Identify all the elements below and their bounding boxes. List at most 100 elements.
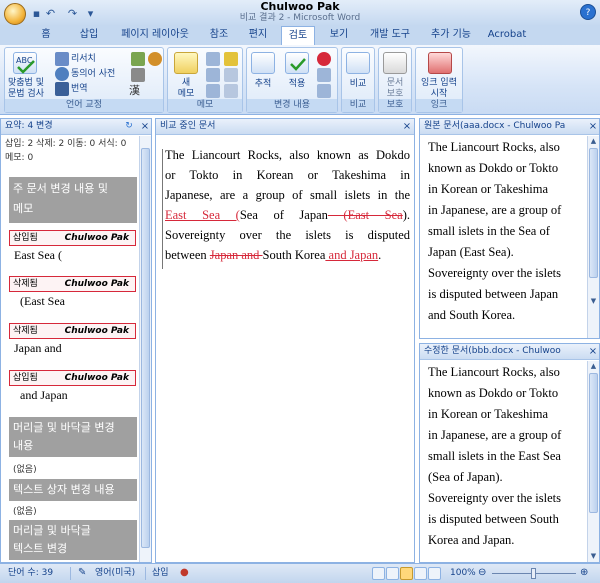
revised-scroll-thumb[interactable] [589, 373, 598, 513]
hf-textbox-line1: 머리글 및 바닥글 [13, 524, 91, 537]
document-line: or Tokto in Korean or Takeshima in [165, 165, 410, 185]
compare-button[interactable]: 비교 [342, 79, 374, 89]
document-text: Sovereignty over the islets is disputed [165, 228, 410, 242]
tab-developer[interactable]: 개발 도구 [366, 26, 414, 45]
zoom-slider-thumb[interactable] [531, 568, 536, 579]
spelling-icon[interactable]: ABC [13, 52, 37, 74]
track-changes-icon[interactable] [251, 52, 275, 74]
reject-icon[interactable] [317, 52, 331, 66]
abc-icon[interactable] [131, 68, 145, 82]
header-footer-line2: 내용 [13, 439, 34, 452]
revisions-scrollbar[interactable] [139, 136, 151, 562]
tab-mailings[interactable]: 편지 [244, 26, 272, 45]
document-line: known as Dokdo or Tokto [428, 161, 559, 175]
original-document-body[interactable]: The Liancourt Rocks, also known as Dokdo … [428, 137, 583, 326]
thesaurus-icon[interactable] [55, 67, 69, 81]
next-comment-icon[interactable] [206, 84, 220, 98]
revised-scrollbar[interactable]: ▲ ▼ [587, 361, 599, 562]
scroll-up-icon[interactable]: ▲ [588, 361, 599, 371]
delete-comment-icon[interactable] [206, 52, 220, 66]
ink-pen-icon[interactable] [428, 52, 452, 74]
previous-change-icon[interactable] [317, 68, 331, 82]
accept-icon[interactable] [285, 52, 309, 74]
proofing-status-icon[interactable]: ✎ [78, 564, 86, 583]
word-count[interactable]: 단어 수: 39 [8, 564, 53, 583]
research-button[interactable]: 리서치 [71, 54, 96, 64]
track-changes-button[interactable]: 추적 [247, 79, 279, 89]
insert-mode[interactable]: 삽입 [152, 564, 169, 583]
web-layout-view-icon[interactable] [400, 567, 413, 580]
document-line: small islets in the Sea of [428, 224, 550, 238]
tab-home[interactable]: 홈 [33, 26, 59, 45]
revision-item[interactable]: 삭제됨 Chulwoo Pak [9, 323, 136, 339]
draft-view-icon[interactable] [428, 567, 441, 580]
revision-item[interactable]: 삽입됨 Chulwoo Pak [9, 370, 136, 386]
new-comment-label-2: 메모 [177, 89, 195, 99]
next-change-icon[interactable] [317, 84, 331, 98]
tab-acrobat[interactable]: Acrobat [486, 26, 528, 45]
compared-close-icon[interactable]: × [401, 119, 413, 134]
new-comment-icon[interactable] [174, 52, 198, 74]
scroll-down-icon[interactable]: ▼ [588, 296, 599, 306]
previous-comment-icon[interactable] [206, 68, 220, 82]
scroll-down-icon[interactable]: ▼ [588, 551, 599, 561]
revision-item[interactable]: 삽입됨 Chulwoo Pak [9, 230, 136, 246]
tab-review[interactable]: 검토 [281, 26, 315, 45]
zoom-level[interactable]: 100% [450, 564, 476, 583]
spelling-label-2: 문법 검사 [8, 89, 44, 99]
comments-group: 새 메모 메모 [167, 47, 243, 113]
accept-button[interactable]: 적용 [281, 79, 313, 89]
document-line: in Korean or Takeshima [428, 182, 549, 196]
tab-insert[interactable]: 삽입 [74, 26, 104, 45]
translate-icon[interactable] [55, 82, 69, 96]
scroll-up-icon[interactable]: ▲ [588, 136, 599, 146]
language-status[interactable]: 영어(미국) [95, 564, 135, 583]
revision-text: Japan and [14, 341, 62, 355]
compared-document-body[interactable]: The Liancourt Rocks, also known as Dokdo… [165, 145, 410, 265]
help-button[interactable]: ? [580, 4, 596, 20]
pen-icon[interactable] [224, 68, 238, 82]
language-icon[interactable] [148, 52, 162, 66]
original-scrollbar[interactable]: ▲ ▼ [587, 136, 599, 338]
macro-record-icon[interactable]: ● [180, 564, 189, 583]
tab-add-ins[interactable]: 추가 기능 [427, 26, 475, 45]
header-footer-changes-header: 머리글 및 바닥글 변경 내용 [9, 417, 137, 457]
outline-view-icon[interactable] [414, 567, 427, 580]
compared-document-title: 비교 중인 문서 [156, 119, 414, 135]
print-layout-view-icon[interactable] [372, 567, 385, 580]
tab-page-layout[interactable]: 페이지 레이아웃 [118, 26, 192, 45]
protect-document-icon[interactable] [383, 52, 407, 74]
edit-comment-icon[interactable] [224, 52, 238, 66]
revised-close-icon[interactable]: × [587, 344, 599, 359]
tab-references[interactable]: 참조 [205, 26, 233, 45]
revision-stats-1: 삽입: 2 삭제: 2 이동: 0 서식: 0 [5, 139, 127, 149]
compare-icon[interactable] [346, 52, 370, 74]
zoom-in-icon[interactable]: ⊕ [580, 564, 588, 583]
tab-view[interactable]: 보기 [325, 26, 353, 45]
main-doc-changes-header: 주 문서 변경 내용 및 메모 [9, 177, 137, 223]
protect-group: 문서 보호 보호 [378, 47, 412, 113]
original-close-icon[interactable]: × [587, 119, 599, 134]
document-line: (Sea of Japan). [428, 470, 503, 484]
document-text: or Tokto in Korean or Takeshima in [165, 168, 410, 182]
original-scroll-thumb[interactable] [589, 148, 598, 278]
revised-document-body[interactable]: The Liancourt Rocks, also known as Dokdo … [428, 362, 583, 551]
translate-button[interactable]: 번역 [71, 84, 88, 94]
thesaurus-button[interactable]: 동의어 사전 [71, 69, 115, 79]
refresh-icon[interactable]: ↻ [123, 119, 135, 134]
document-line: The Liancourt Rocks, also [428, 140, 560, 154]
full-screen-view-icon[interactable] [386, 567, 399, 580]
revisions-close-icon[interactable]: × [139, 119, 151, 134]
hanja-icon[interactable]: 漢 [129, 85, 140, 96]
comments-group-label: 메모 [168, 99, 242, 112]
protect-label-2: 보호 [386, 89, 404, 99]
word-count-icon[interactable] [131, 52, 145, 66]
check-icon[interactable] [224, 84, 238, 98]
document-line: is disputed between South [428, 512, 559, 526]
research-icon[interactable] [55, 52, 69, 66]
revisions-scroll-thumb[interactable] [141, 148, 150, 548]
zoom-out-icon[interactable]: ⊖ [478, 564, 486, 583]
revision-item[interactable]: 삭제됨 Chulwoo Pak [9, 276, 136, 292]
document-line: Sovereignty over the islets [428, 491, 561, 505]
document-line: in Japanese, are a group of [428, 428, 562, 442]
